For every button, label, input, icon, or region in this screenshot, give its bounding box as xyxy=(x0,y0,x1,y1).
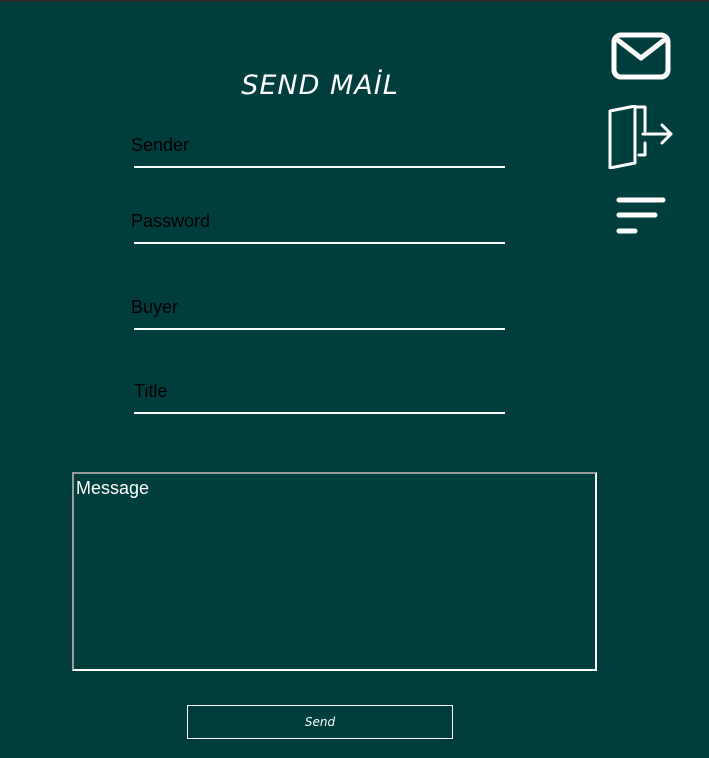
title-label: Title xyxy=(134,381,168,401)
mail-icon[interactable] xyxy=(611,32,671,80)
title-field[interactable]: Title xyxy=(134,381,505,414)
sender-label: Sender xyxy=(131,135,190,155)
message-textarea[interactable]: Message xyxy=(72,472,597,671)
message-label: Message xyxy=(76,478,150,498)
send-mail-window: SEND MAİL Sender Password Buyer Title Me… xyxy=(0,0,709,758)
password-field[interactable]: Password xyxy=(131,211,505,244)
buyer-field[interactable]: Buyer xyxy=(131,297,505,330)
buyer-label: Buyer xyxy=(131,297,179,317)
password-label: Password xyxy=(131,211,211,231)
page-title: SEND MAİL xyxy=(241,70,399,101)
send-button[interactable]: Send xyxy=(187,705,453,739)
menu-icon[interactable] xyxy=(615,196,667,236)
sender-field[interactable]: Sender xyxy=(131,135,505,168)
logout-icon[interactable] xyxy=(607,104,675,170)
